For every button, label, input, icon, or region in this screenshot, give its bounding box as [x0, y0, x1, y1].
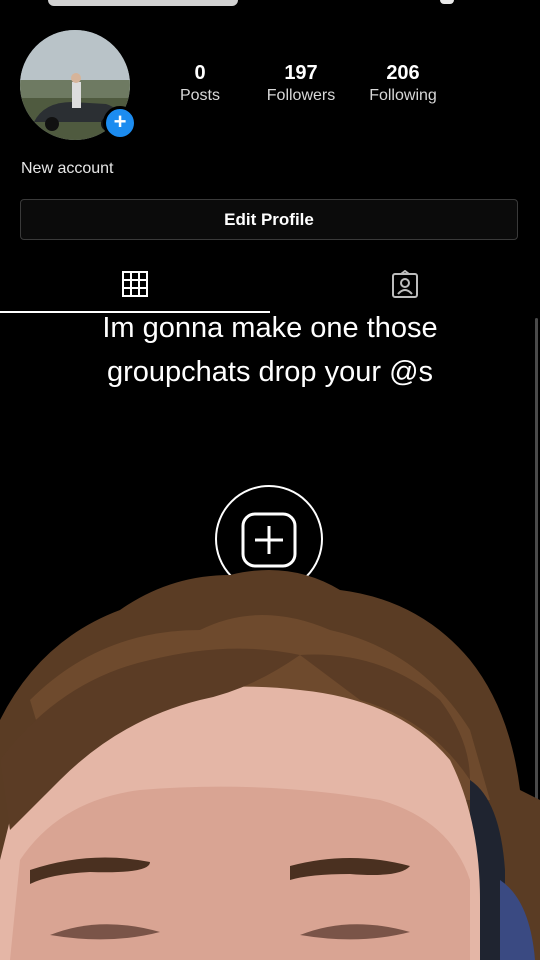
caption-line: groupchats drop your @s	[106, 356, 434, 388]
caption-line: Im gonna make one those	[102, 312, 438, 344]
video-caption: Im gonna make one those groupchats drop …	[0, 306, 540, 394]
presenter-face	[0, 570, 540, 960]
